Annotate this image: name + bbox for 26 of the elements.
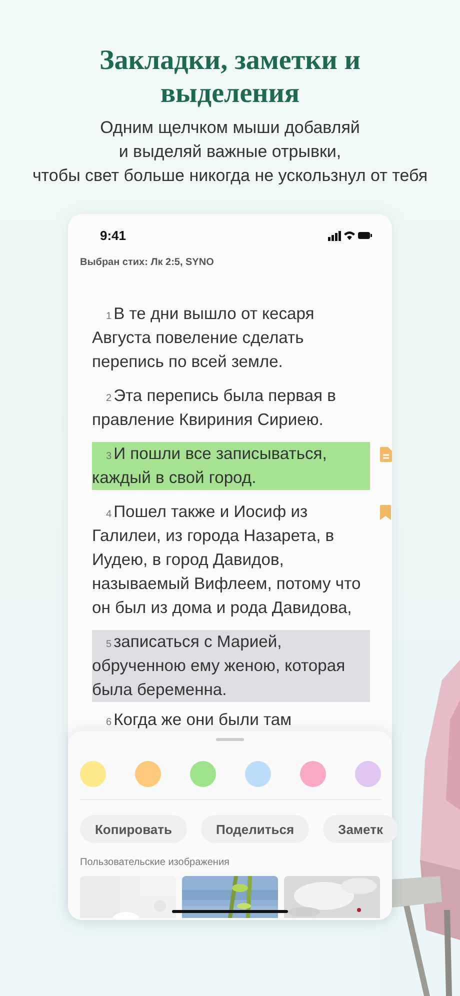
headline: Закладки, заметки и выделения <box>99 44 361 110</box>
color-swatch[interactable] <box>80 761 106 787</box>
verse-text[interactable]: 3 И пошли все записываться, каждый в свой город. <box>92 442 370 490</box>
color-swatch[interactable] <box>190 761 216 787</box>
bookmark-icon[interactable] <box>380 505 391 520</box>
color-swatch[interactable] <box>135 761 161 787</box>
status-time: 9:41 <box>100 228 126 242</box>
color-swatch[interactable] <box>355 761 381 787</box>
status-icons <box>328 230 372 240</box>
color-swatch[interactable] <box>245 761 271 787</box>
action-button[interactable]: Заметк <box>323 815 398 843</box>
color-swatch[interactable] <box>300 761 326 787</box>
note-icon[interactable] <box>380 447 392 462</box>
sheet-handle[interactable] <box>216 738 244 741</box>
subtitle: и выделяй важные отрывки, <box>118 141 342 163</box>
verse-text[interactable]: 4 Пошел также и Иосиф из Галилеи, из города Назарета, в Иудею, в город Давидов, называемый Вифлеем, потому что он был из дома и рода Давидова, <box>92 500 370 620</box>
verse-text[interactable]: 2 Эта перепись была первая в правление Квириния Сириею. <box>92 384 370 432</box>
section-label: Пользовательские изображения <box>79 856 230 868</box>
action-button[interactable]: Поделиться <box>201 815 310 843</box>
verse-text[interactable]: 6 Когда же они были там <box>92 708 370 732</box>
verse-text[interactable]: 1 В те дни вышло от кесаря Августа повеление сделать перепись по всей земле. <box>92 302 370 374</box>
subtitle: Одним щелчком мыши добавляй <box>100 117 360 139</box>
action-button[interactable]: Копировать <box>80 815 188 843</box>
verse-text[interactable]: 5 записаться с Марией, обрученною ему женою, которая была беременна. <box>92 630 370 702</box>
subtitle: чтобы свет больше никогда не ускользнул от тебя <box>32 165 428 187</box>
selected-verse-label: Выбран стих: Лк 2:5, SYNO <box>79 256 215 268</box>
